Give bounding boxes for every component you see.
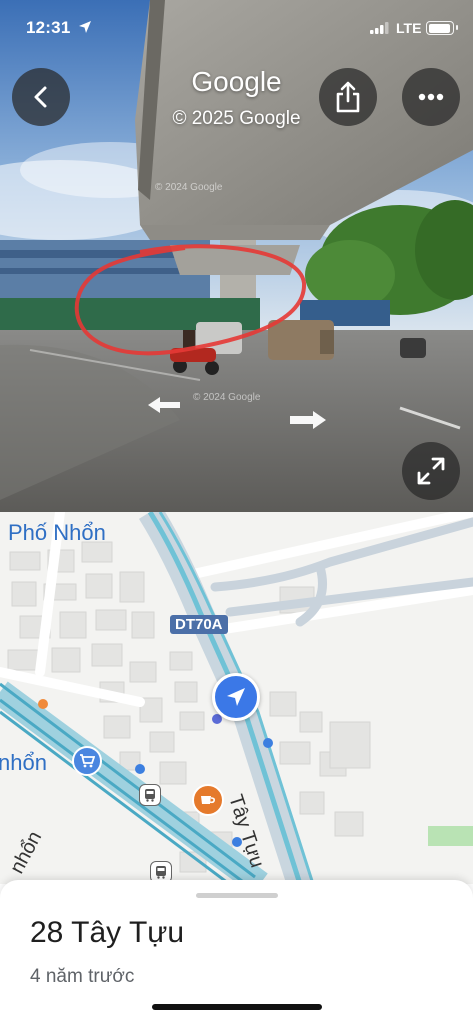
expand-icon bbox=[417, 457, 445, 485]
battery-icon bbox=[426, 21, 458, 35]
navigation-marker[interactable] bbox=[212, 673, 260, 721]
share-button[interactable] bbox=[319, 68, 377, 126]
street-view-copyright: © 2025 Google bbox=[172, 108, 301, 129]
navigate-left-arrow[interactable] bbox=[146, 396, 182, 414]
photo-watermark: © 2024 Google bbox=[193, 392, 261, 403]
shop-marker[interactable] bbox=[72, 746, 102, 776]
share-icon bbox=[336, 81, 360, 113]
location-arrow-icon bbox=[79, 21, 91, 33]
shopping-cart-icon bbox=[80, 754, 95, 768]
bus-icon bbox=[145, 789, 155, 802]
place-title: 28 Tây Tựu bbox=[30, 916, 185, 949]
navigate-right-arrow[interactable] bbox=[288, 410, 328, 430]
photo-watermark: © 2024 Google bbox=[155, 182, 223, 193]
cafe-marker[interactable] bbox=[192, 784, 224, 816]
status-bar: 12:31 LTE bbox=[0, 0, 473, 52]
map-area-label-left: nhổn bbox=[0, 750, 47, 775]
place-capture-date: 4 năm trước bbox=[30, 966, 135, 987]
status-time: 12:31 bbox=[26, 18, 71, 37]
sheet-grabber-handle[interactable] bbox=[196, 893, 278, 898]
network-type: LTE bbox=[396, 20, 422, 36]
map-view[interactable]: Phố Nhổn nhổn DT70A Tây Tựu nhổn bbox=[0, 512, 473, 884]
home-indicator[interactable] bbox=[152, 1004, 322, 1010]
map-area-label: Phố Nhổn bbox=[8, 520, 106, 545]
expand-button[interactable] bbox=[402, 442, 460, 500]
bus-icon bbox=[156, 866, 166, 879]
road-shield: DT70A bbox=[170, 615, 228, 634]
street-view-panorama[interactable]: © 2024 Google © 2024 Google 12:31 LTE Go… bbox=[0, 0, 473, 512]
more-options-button[interactable] bbox=[402, 68, 460, 126]
place-bottom-sheet[interactable]: 28 Tây Tựu 4 năm trước bbox=[0, 880, 473, 1024]
coffee-cup-icon bbox=[201, 796, 215, 804]
signal-bars-icon bbox=[370, 22, 389, 34]
navigation-arrow-icon bbox=[227, 688, 245, 706]
bus-stop-marker[interactable] bbox=[139, 784, 161, 806]
more-dots-icon bbox=[418, 93, 444, 101]
